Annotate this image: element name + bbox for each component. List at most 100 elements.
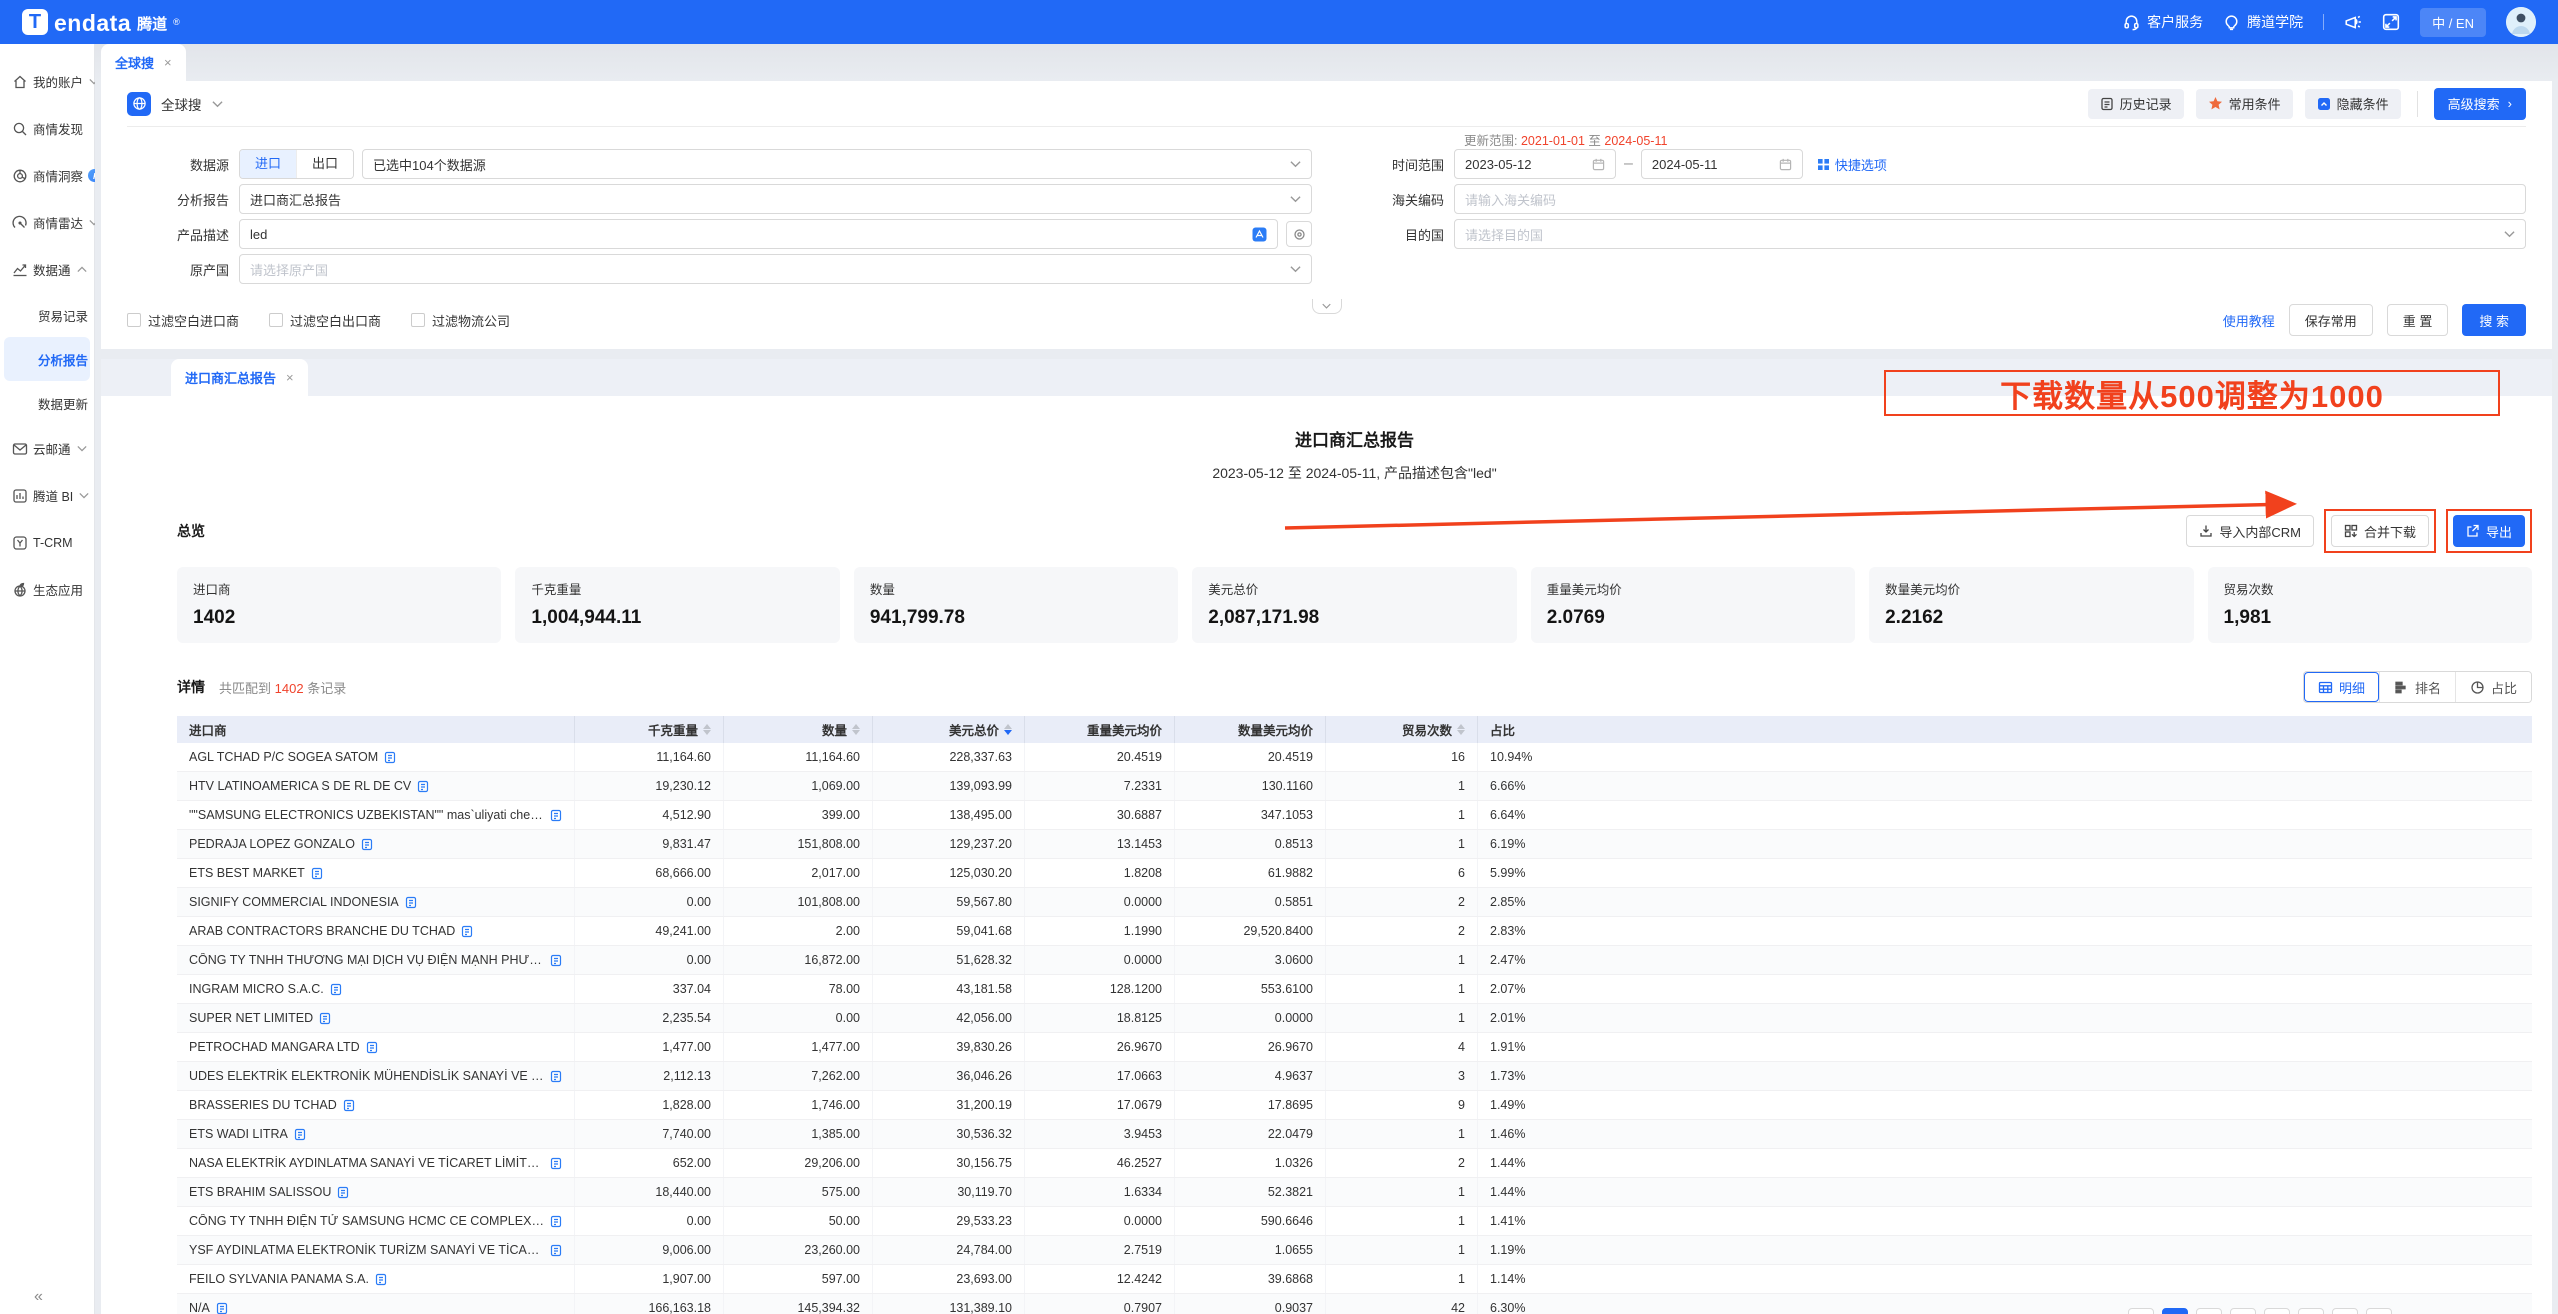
- sidebar-item-0[interactable]: 我的账户: [0, 58, 94, 105]
- user-avatar[interactable]: [2506, 7, 2536, 37]
- export-button[interactable]: 导出: [2453, 515, 2525, 547]
- cell: 4: [1326, 1033, 1478, 1061]
- date-from-input[interactable]: 2023-05-12: [1454, 149, 1616, 179]
- company-profile-icon[interactable]: [319, 1012, 331, 1025]
- export-toggle[interactable]: 出口: [296, 150, 353, 178]
- hide-conditions-button[interactable]: 隐藏条件: [2305, 89, 2401, 119]
- sidebar-item-1[interactable]: 商情发现: [0, 105, 94, 152]
- company-profile-icon[interactable]: [384, 751, 396, 764]
- view-toggle-0[interactable]: 明细: [2304, 672, 2379, 702]
- company-profile-icon[interactable]: [550, 809, 562, 822]
- pagination-page-1[interactable]: 1: [2162, 1308, 2188, 1314]
- sidebar-item-6[interactable]: 腾道 BI: [0, 472, 94, 519]
- translate-icon[interactable]: [1252, 227, 1267, 242]
- image-search-icon[interactable]: [1286, 221, 1312, 247]
- language-switcher[interactable]: 中 / EN: [2420, 8, 2486, 37]
- close-icon[interactable]: ×: [164, 55, 172, 70]
- filter-checkbox-2[interactable]: 过滤物流公司: [411, 311, 510, 330]
- column-header-1[interactable]: 千克重量: [575, 716, 724, 743]
- company-profile-icon[interactable]: [550, 1070, 562, 1083]
- pagination-page-5[interactable]: 5: [2298, 1308, 2324, 1314]
- cell: 128.1200: [1025, 975, 1175, 1003]
- company-profile-icon[interactable]: [337, 1186, 349, 1199]
- checkbox-icon[interactable]: [127, 313, 141, 327]
- destination-select[interactable]: 请选择目的国: [1454, 219, 2526, 249]
- save-conditions-button[interactable]: 保存常用: [2289, 304, 2373, 336]
- sidebar-subitem[interactable]: 贸易记录: [0, 293, 94, 337]
- column-header-6[interactable]: 贸易次数: [1326, 716, 1478, 743]
- company-profile-icon[interactable]: [417, 780, 429, 793]
- company-profile-icon[interactable]: [405, 896, 417, 909]
- filter-checkbox-0[interactable]: 过滤空白进口商: [127, 311, 239, 330]
- date-to-input[interactable]: 2024-05-11: [1641, 149, 1803, 179]
- origin-country-select[interactable]: 请选择原产国: [239, 254, 1312, 284]
- sidebar-item-2[interactable]: 商情洞察PRO: [0, 152, 94, 199]
- company-profile-icon[interactable]: [550, 954, 562, 967]
- product-desc-input[interactable]: led: [239, 219, 1278, 249]
- announcement-icon[interactable]: [2344, 13, 2362, 31]
- pagination-page-4[interactable]: 4: [2264, 1308, 2290, 1314]
- company-profile-icon[interactable]: [550, 1244, 562, 1257]
- company-profile-icon[interactable]: [550, 1215, 562, 1228]
- import-crm-button[interactable]: 导入内部CRM: [2186, 515, 2314, 547]
- sidebar-item-3[interactable]: 商情雷达: [0, 199, 94, 246]
- company-profile-icon[interactable]: [375, 1273, 387, 1286]
- filter-checkbox-1[interactable]: 过滤空白出口商: [269, 311, 381, 330]
- sort-icon[interactable]: [703, 724, 711, 735]
- collapse-filters-button[interactable]: [1312, 299, 1342, 314]
- tutorial-link[interactable]: 使用教程: [2223, 311, 2275, 330]
- fullscreen-icon[interactable]: [2382, 13, 2400, 31]
- pagination-page-2[interactable]: 2: [2196, 1308, 2222, 1314]
- customer-service-button[interactable]: 客户服务: [2123, 12, 2203, 32]
- column-header-2[interactable]: 数量: [724, 716, 873, 743]
- company-profile-icon[interactable]: [366, 1041, 378, 1054]
- company-profile-icon[interactable]: [330, 983, 342, 996]
- view-toggle-1[interactable]: 排名: [2379, 672, 2455, 702]
- sidebar-item-5[interactable]: 云邮通: [0, 425, 94, 472]
- report-type-select[interactable]: 进口商汇总报告: [239, 184, 1312, 214]
- cell: 1: [1326, 1236, 1478, 1264]
- sidebar-item-4[interactable]: 数据通: [0, 246, 94, 293]
- favorite-conditions-button[interactable]: 常用条件: [2196, 89, 2293, 119]
- sidebar-subitem[interactable]: 数据更新: [0, 381, 94, 425]
- search-button[interactable]: 搜 索: [2462, 304, 2526, 336]
- hs-code-input[interactable]: 请输入海关编码: [1454, 184, 2526, 214]
- column-header-3[interactable]: 美元总价: [873, 716, 1025, 743]
- advanced-search-button[interactable]: 高级搜索 ›: [2434, 88, 2526, 120]
- quick-options-link[interactable]: 快捷选项: [1817, 155, 1887, 174]
- module-selector[interactable]: 全球搜: [161, 94, 202, 114]
- sidebar-item-7[interactable]: T-CRM: [0, 519, 94, 566]
- pagination-page-3[interactable]: 3: [2230, 1308, 2256, 1314]
- sort-icon[interactable]: [852, 724, 860, 735]
- sort-icon[interactable]: [1457, 724, 1465, 735]
- pagination-prev[interactable]: ‹: [2128, 1308, 2154, 1314]
- merge-download-button[interactable]: 合并下载: [2331, 515, 2429, 547]
- company-profile-icon[interactable]: [361, 838, 373, 851]
- company-profile-icon[interactable]: [550, 1157, 562, 1170]
- chevron-down-icon[interactable]: [212, 100, 223, 108]
- pagination-next[interactable]: ›: [2366, 1308, 2392, 1314]
- company-profile-icon[interactable]: [343, 1099, 355, 1112]
- import-toggle[interactable]: 进口: [240, 150, 296, 178]
- company-profile-icon[interactable]: [294, 1128, 306, 1141]
- sidebar-collapse-button[interactable]: «: [34, 1288, 43, 1306]
- sidebar-item-8[interactable]: 生态应用: [0, 566, 94, 613]
- table-row: YSF AYDINLATMA ELEKTRONİK TURİZM SANAYİ …: [177, 1236, 2532, 1265]
- workspace-tab-global-search[interactable]: 全球搜 ×: [101, 44, 186, 81]
- sort-icon[interactable]: [1004, 724, 1012, 735]
- pagination-ellipsis[interactable]: …: [2332, 1308, 2358, 1314]
- view-toggle-2[interactable]: 占比: [2455, 672, 2531, 702]
- academy-button[interactable]: 腾道学院: [2223, 12, 2303, 32]
- checkbox-icon[interactable]: [269, 313, 283, 327]
- close-icon[interactable]: ×: [286, 370, 294, 385]
- company-profile-icon[interactable]: [461, 925, 473, 938]
- company-profile-icon[interactable]: [311, 867, 323, 880]
- search-icon: [12, 121, 28, 137]
- datasource-select[interactable]: 已选中104个数据源: [362, 149, 1312, 179]
- reset-button[interactable]: 重 置: [2387, 304, 2449, 336]
- report-tab[interactable]: 进口商汇总报告 ×: [171, 359, 308, 396]
- company-profile-icon[interactable]: [216, 1302, 228, 1314]
- history-button[interactable]: 历史记录: [2088, 89, 2184, 119]
- sidebar-subitem[interactable]: 分析报告: [4, 337, 90, 381]
- checkbox-icon[interactable]: [411, 313, 425, 327]
